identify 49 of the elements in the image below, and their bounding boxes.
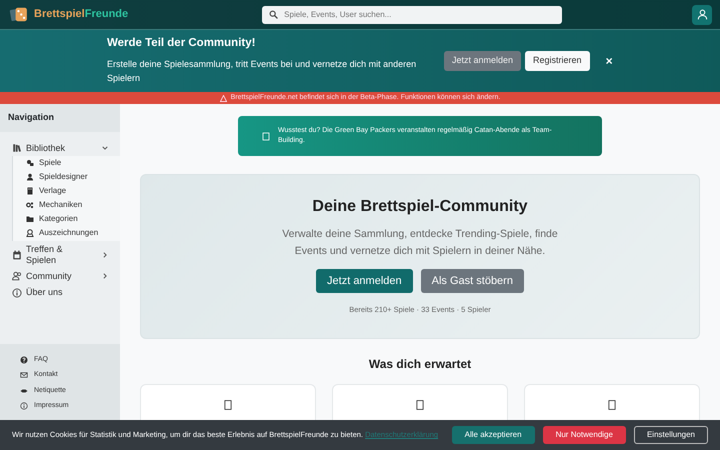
- banner-title: Werde Teil der Community!: [107, 36, 256, 50]
- sidebar-title: Navigation: [8, 111, 54, 124]
- award-icon: [26, 229, 34, 238]
- game-pieces-icon: [26, 159, 34, 168]
- login-button[interactable]: Jetzt anmelden: [316, 268, 413, 294]
- info-icon: [20, 402, 28, 410]
- user-icon: [696, 9, 708, 20]
- banner-text: Erstelle deine Spielesammlung, tritt Events bei und vernetze dich mit anderen Spielern: [107, 58, 418, 85]
- hero-title: Deine Brettspiel-Community: [312, 197, 528, 216]
- sidebar-item[interactable]: Über uns: [0, 284, 120, 301]
- handshake-icon: [20, 386, 28, 395]
- gears-icon: [26, 201, 34, 210]
- reject-button[interactable]: Nur Notwendige: [542, 426, 626, 444]
- warning-icon: [220, 94, 227, 102]
- person-icon: [26, 173, 34, 182]
- info-icon: [12, 288, 22, 298]
- sidebar-item[interactable]: Bibliothek: [0, 140, 120, 156]
- hero-text: Verwalte deine Sammlung, entdecke Trending-Spiele, finde Events und vernetze dich mit Spielern in deiner Nähe.: [281, 227, 559, 259]
- sidebar-item[interactable]: Community: [0, 268, 120, 284]
- login-button[interactable]: Jetzt anmelden: [444, 51, 522, 71]
- dice-logo-icon: [8, 6, 30, 24]
- accept-button[interactable]: Alle akzeptieren: [452, 426, 535, 444]
- sidebar-subitem[interactable]: Kategorien: [13, 212, 120, 226]
- placeholder-glyph-icon: [607, 397, 617, 413]
- people-icon: [12, 271, 22, 282]
- search-icon: [269, 10, 278, 19]
- guest-button[interactable]: Als Gast stöbern: [420, 268, 524, 294]
- placeholder-glyph-icon: [223, 397, 233, 413]
- help-icon: [20, 356, 28, 364]
- sidebar-subitem[interactable]: Verlage: [13, 184, 120, 198]
- sidebar-subitem[interactable]: Spieldesigner: [13, 170, 120, 184]
- building-icon: [26, 187, 34, 196]
- section-title: Was dich erwartet: [368, 357, 472, 371]
- search-field[interactable]: Spiele, Events, User suchen...: [262, 6, 562, 24]
- register-button[interactable]: Registrieren: [525, 51, 590, 71]
- sidebar-subitem[interactable]: Spiele: [13, 156, 120, 170]
- calendar-icon: [12, 250, 22, 260]
- account-button[interactable]: [692, 4, 712, 24]
- settings-button[interactable]: Einstellungen: [634, 426, 708, 444]
- folder-icon: [26, 215, 34, 224]
- brand-name[interactable]: BrettspielFreunde: [34, 6, 128, 23]
- sidebar-item[interactable]: Treffen & Spielen: [0, 241, 120, 268]
- placeholder-glyph-icon: [415, 397, 425, 413]
- books-icon: [12, 143, 22, 154]
- sidebar-subitem[interactable]: Auszeichnungen: [13, 226, 120, 240]
- mail-icon: [20, 371, 28, 380]
- close-button[interactable]: ×: [606, 55, 613, 67]
- sidebar-subitem[interactable]: Mechaniken: [13, 198, 120, 212]
- placeholder-glyph-icon: [262, 130, 270, 142]
